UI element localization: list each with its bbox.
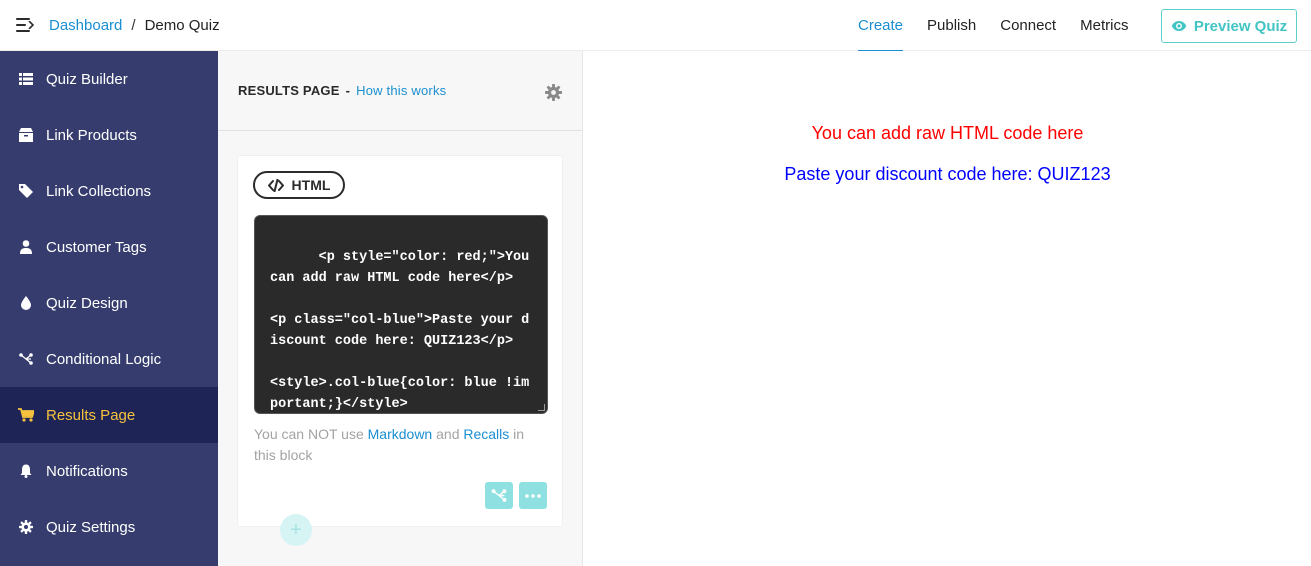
tab-connect[interactable]: Connect [1000, 0, 1056, 51]
sidebar-item-link-products[interactable]: Link Products [0, 107, 218, 163]
sidebar-item-link-collections[interactable]: Link Collections [0, 163, 218, 219]
sidebar-item-label: Quiz Design [46, 294, 128, 312]
editor-title: RESULTS PAGE - How this works [238, 83, 446, 98]
markdown-link[interactable]: Markdown [368, 426, 433, 442]
more-dots-icon [525, 493, 541, 498]
results-page-heading: RESULTS PAGE [238, 83, 340, 98]
top-nav: Create Publish Connect Metrics [858, 0, 1152, 52]
preview-quiz-button[interactable]: Preview Quiz [1161, 9, 1297, 43]
block-logic-button[interactable] [485, 482, 513, 509]
preview-quiz-label: Preview Quiz [1193, 17, 1288, 35]
user-icon [18, 239, 34, 255]
gear-icon [18, 519, 34, 535]
branch-icon [491, 489, 507, 502]
tab-publish[interactable]: Publish [927, 0, 976, 51]
tab-metrics[interactable]: Metrics [1080, 0, 1128, 51]
editor-header: RESULTS PAGE - How this works [218, 51, 582, 131]
html-code-text: <p style="color: red;">You can add raw H… [270, 250, 530, 412]
sidebar-item-conditional-logic[interactable]: Conditional Logic [0, 331, 218, 387]
note-prefix: You can NOT use [254, 426, 368, 442]
breadcrumb-separator: / [131, 17, 136, 34]
sidebar-item-quiz-builder[interactable]: Quiz Builder [0, 51, 218, 107]
results-preview: You can add raw HTML code here Paste you… [584, 51, 1311, 566]
title-dash: - [345, 83, 351, 98]
preview-blue-text: Paste your discount code here: QUIZ123 [784, 164, 1111, 184]
sidebar-item-notifications[interactable]: Notifications [0, 443, 218, 499]
recalls-link[interactable]: Recalls [463, 426, 509, 442]
block-note: You can NOT use Markdown and Recalls in … [254, 424, 548, 466]
sidebar: Quiz Builder Link Products Link Collecti… [0, 51, 218, 566]
list-icon [18, 71, 34, 87]
droplet-icon [18, 295, 34, 311]
add-block-button[interactable]: + [280, 514, 312, 546]
sidebar-item-label: Results Page [46, 406, 136, 424]
sidebar-item-label: Link Collections [46, 182, 152, 200]
sidebar-item-label: Notifications [46, 462, 128, 480]
breadcrumb-dashboard-link[interactable]: Dashboard [49, 17, 122, 34]
sidebar-item-quiz-design[interactable]: Quiz Design [0, 275, 218, 331]
sidebar-item-quiz-settings[interactable]: Quiz Settings [0, 499, 218, 555]
settings-gear-icon[interactable] [545, 84, 562, 101]
breadcrumb: Dashboard / Demo Quiz [49, 17, 220, 35]
html-code-editor[interactable]: <p style="color: red;">You can add raw H… [254, 215, 548, 414]
editor-panel: RESULTS PAGE - How this works HTML <p styl… [218, 51, 583, 566]
sidebar-item-label: Link Products [46, 126, 137, 144]
note-and: and [432, 426, 464, 442]
eye-icon [1171, 21, 1187, 31]
bell-icon [18, 463, 34, 479]
box-icon [18, 127, 34, 143]
sidebar-item-label: Quiz Builder [46, 70, 128, 88]
sidebar-item-results-page[interactable]: Results Page [0, 387, 218, 443]
sidebar-item-label: Customer Tags [46, 238, 147, 256]
preview-red-text: You can add raw HTML code here [811, 123, 1084, 143]
branch-icon [18, 351, 34, 367]
menu-toggle-icon[interactable] [16, 17, 34, 33]
block-more-button[interactable] [519, 482, 547, 509]
html-block-card: HTML <p style="color: red;">You can add … [237, 155, 563, 527]
tab-create[interactable]: Create [858, 0, 904, 52]
sidebar-item-customer-tags[interactable]: Customer Tags [0, 219, 218, 275]
breadcrumb-current: Demo Quiz [144, 17, 220, 34]
tag-icon [18, 183, 34, 199]
html-block-label: HTML [291, 177, 331, 193]
top-bar: Dashboard / Demo Quiz Create Publish Conne… [0, 0, 1311, 52]
sidebar-item-label: Conditional Logic [46, 350, 162, 368]
html-block-badge: HTML [253, 171, 345, 199]
how-this-works-link[interactable]: How this works [356, 83, 446, 98]
sidebar-item-label: Quiz Settings [46, 518, 136, 536]
resize-handle-icon[interactable] [538, 404, 545, 411]
cart-icon [18, 407, 34, 423]
code-icon [267, 178, 284, 192]
